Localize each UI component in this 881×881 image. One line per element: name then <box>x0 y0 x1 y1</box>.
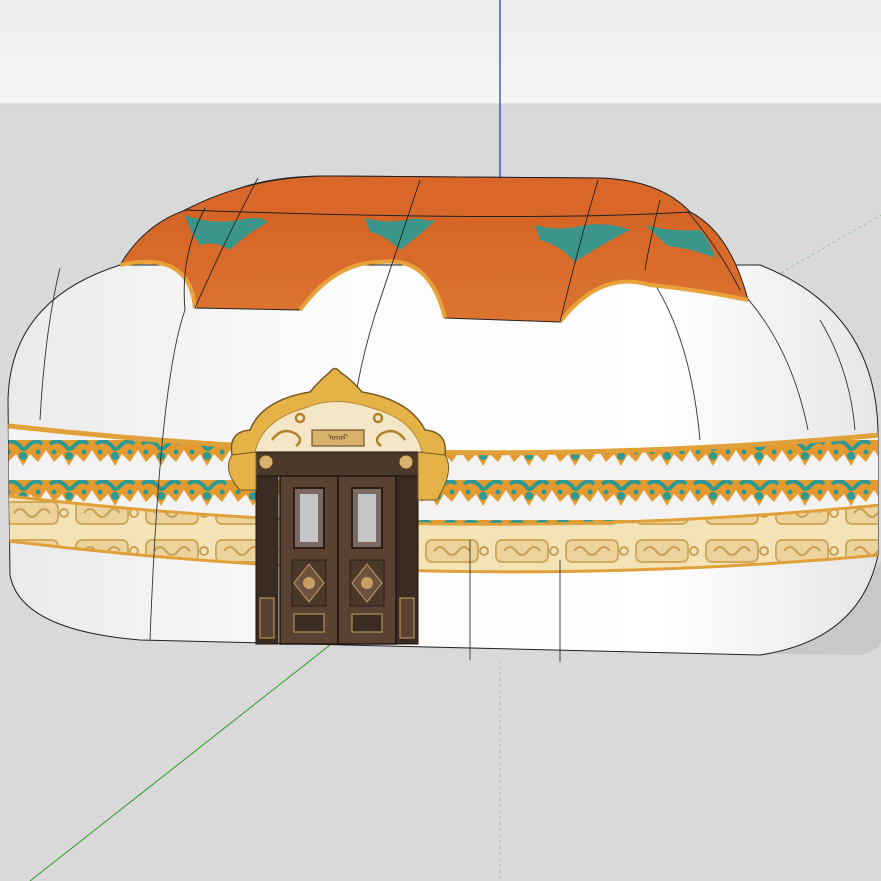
lintel-rosette-right <box>398 454 414 470</box>
door-left-window-glass <box>300 494 318 542</box>
door-right-window-glass <box>358 494 376 542</box>
sky-background <box>0 0 881 104</box>
door-right-kickpanel <box>351 613 383 633</box>
pillar-ornament-right <box>399 597 415 639</box>
lintel-rosette-left <box>258 454 274 470</box>
door-left-medallion <box>291 559 327 607</box>
door-right-medallion <box>349 559 385 607</box>
door-nameplate-text: ᠦᠣᠷ <box>328 433 348 442</box>
sketchup-viewport[interactable]: ᠦᠣᠷ <box>0 0 881 881</box>
pillar-ornament-left <box>259 597 275 639</box>
door-lintel <box>255 451 419 477</box>
door-left-kickpanel <box>293 613 325 633</box>
scene-canvas[interactable] <box>0 0 881 881</box>
